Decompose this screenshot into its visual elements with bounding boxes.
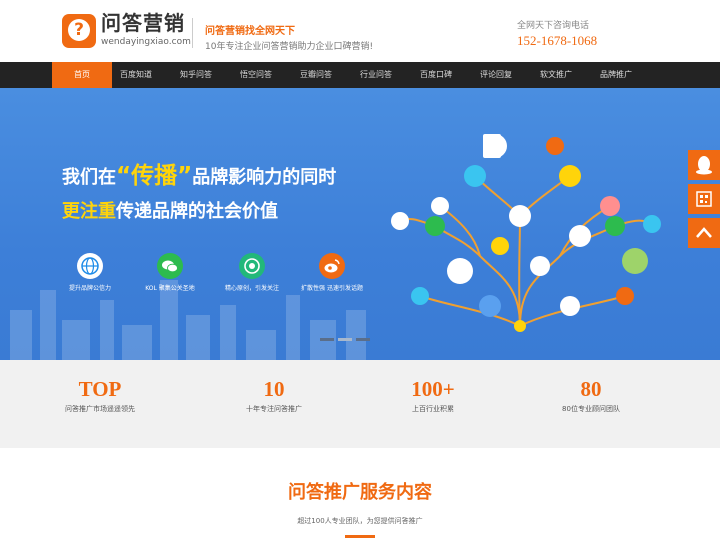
nav-item-baidu-koubei[interactable]: 百度口碑: [406, 62, 466, 88]
slide-dot-3[interactable]: [356, 338, 370, 341]
headline-1-highlight: “传播”: [116, 163, 193, 189]
main-nav: 首页 百度知道 知乎问答 悟空问答 豆瓣问答 行业问答 百度口碑 评论回复 软文…: [0, 62, 720, 88]
title-underline: [345, 535, 375, 538]
back-to-top-icon: [696, 227, 712, 238]
nav-item-zhihu[interactable]: 知乎问答: [166, 62, 226, 88]
feature-caption: 精心原创，引发关注: [224, 285, 279, 292]
hotline-number: 152-1678-1068: [517, 33, 598, 48]
hero-headline-1: 我们在“传播”品牌影响力的同时: [62, 164, 336, 190]
headline-2-post: 传递品牌的社会价值: [116, 201, 278, 222]
slide-dot-2[interactable]: [338, 338, 352, 341]
wechat-icon: [157, 253, 183, 279]
feature-caption: KOL 聚集公关圣地: [145, 285, 195, 292]
headline-1-post: 品牌影响力的同时: [192, 167, 337, 188]
target-icon: [239, 253, 265, 279]
headline-2-highlight: 更注重: [62, 201, 116, 222]
logo-question-icon[interactable]: ?: [62, 14, 96, 48]
globe-icon: [77, 253, 103, 279]
slogan-main: 问答营销找全网天下: [205, 26, 295, 37]
qrcode-button[interactable]: [688, 184, 720, 214]
nav-item-industry[interactable]: 行业问答: [346, 62, 406, 88]
qq-icon: [696, 156, 712, 175]
stat-team: 80 80位专业顾问团队: [511, 376, 671, 414]
qq-chat-button[interactable]: [688, 150, 720, 180]
logo-mark: ?: [68, 19, 90, 41]
weibo-icon: [319, 253, 345, 279]
feature-original: 精心原创，引发关注: [212, 253, 292, 293]
nav-item-wukong[interactable]: 悟空问答: [226, 62, 286, 88]
headline-1-pre: 我们在: [62, 167, 116, 188]
stat-label: 上百行业积累: [412, 405, 454, 413]
back-to-top-button[interactable]: [688, 218, 720, 248]
qrcode-icon: [696, 191, 712, 207]
nav-item-comment-reply[interactable]: 评论回复: [466, 62, 526, 88]
hero-banner[interactable]: 我们在“传播”品牌影响力的同时 更注重传递品牌的社会价值 提升品牌公信力 KOL…: [0, 88, 720, 360]
feature-credibility: 提升品牌公信力: [50, 253, 130, 293]
nav-item-douban[interactable]: 豆瓣问答: [286, 62, 346, 88]
feature-caption: 提升品牌公信力: [68, 285, 111, 292]
nav-item-article-promo[interactable]: 软文推广: [526, 62, 586, 88]
stat-years: 10 十年专注问答推广: [194, 376, 354, 414]
hero-headline-2: 更注重传递品牌的社会价值: [62, 200, 278, 224]
social-network-tree-graphic: [391, 134, 661, 332]
feature-caption: 扩散性强 迅速引发话题: [301, 285, 363, 292]
nav-item-baidu-zhidao[interactable]: 百度知道: [106, 62, 166, 88]
stat-top: TOP 问答推广市场遥遥领先: [20, 376, 180, 414]
stat-label: 问答推广市场遥遥领先: [65, 405, 135, 413]
logo-title[interactable]: 问答营销: [101, 12, 185, 34]
site-header: ? 问答营销 wendayingxiao.com 问答营销找全网天下 10年专注…: [0, 0, 720, 62]
services-subtitle: 超过100人专业团队，为您提供问答推广: [297, 517, 423, 525]
nav-item-home[interactable]: 首页: [52, 62, 112, 88]
logo-domain: wendayingxiao.com: [101, 37, 191, 47]
services-title: 问答推广服务内容: [288, 482, 432, 503]
slide-dot-1[interactable]: [320, 338, 334, 341]
nav-item-brand-promo[interactable]: 品牌推广: [586, 62, 646, 88]
stat-industries: 100+ 上百行业积累: [353, 376, 513, 414]
slogan-sub: 10年专注企业问答营销助力企业口碑营销!: [205, 42, 374, 52]
stat-number: 80: [580, 377, 602, 401]
stat-label: 十年专注问答推广: [246, 405, 302, 413]
feature-kol: KOL 聚集公关圣地: [130, 253, 210, 293]
hotline-label: 全网天下咨询电话: [517, 21, 590, 31]
stat-number: 10: [263, 377, 285, 401]
header-divider: [192, 18, 193, 48]
feature-viral: 扩散性强 迅速引发话题: [292, 253, 372, 293]
stat-label: 80位专业顾问团队: [562, 405, 620, 413]
stat-number: 100+: [411, 377, 455, 401]
stat-number: TOP: [78, 377, 122, 401]
stats-section: TOP 问答推广市场遥遥领先 10 十年专注问答推广 100+ 上百行业积累 8…: [0, 360, 720, 448]
